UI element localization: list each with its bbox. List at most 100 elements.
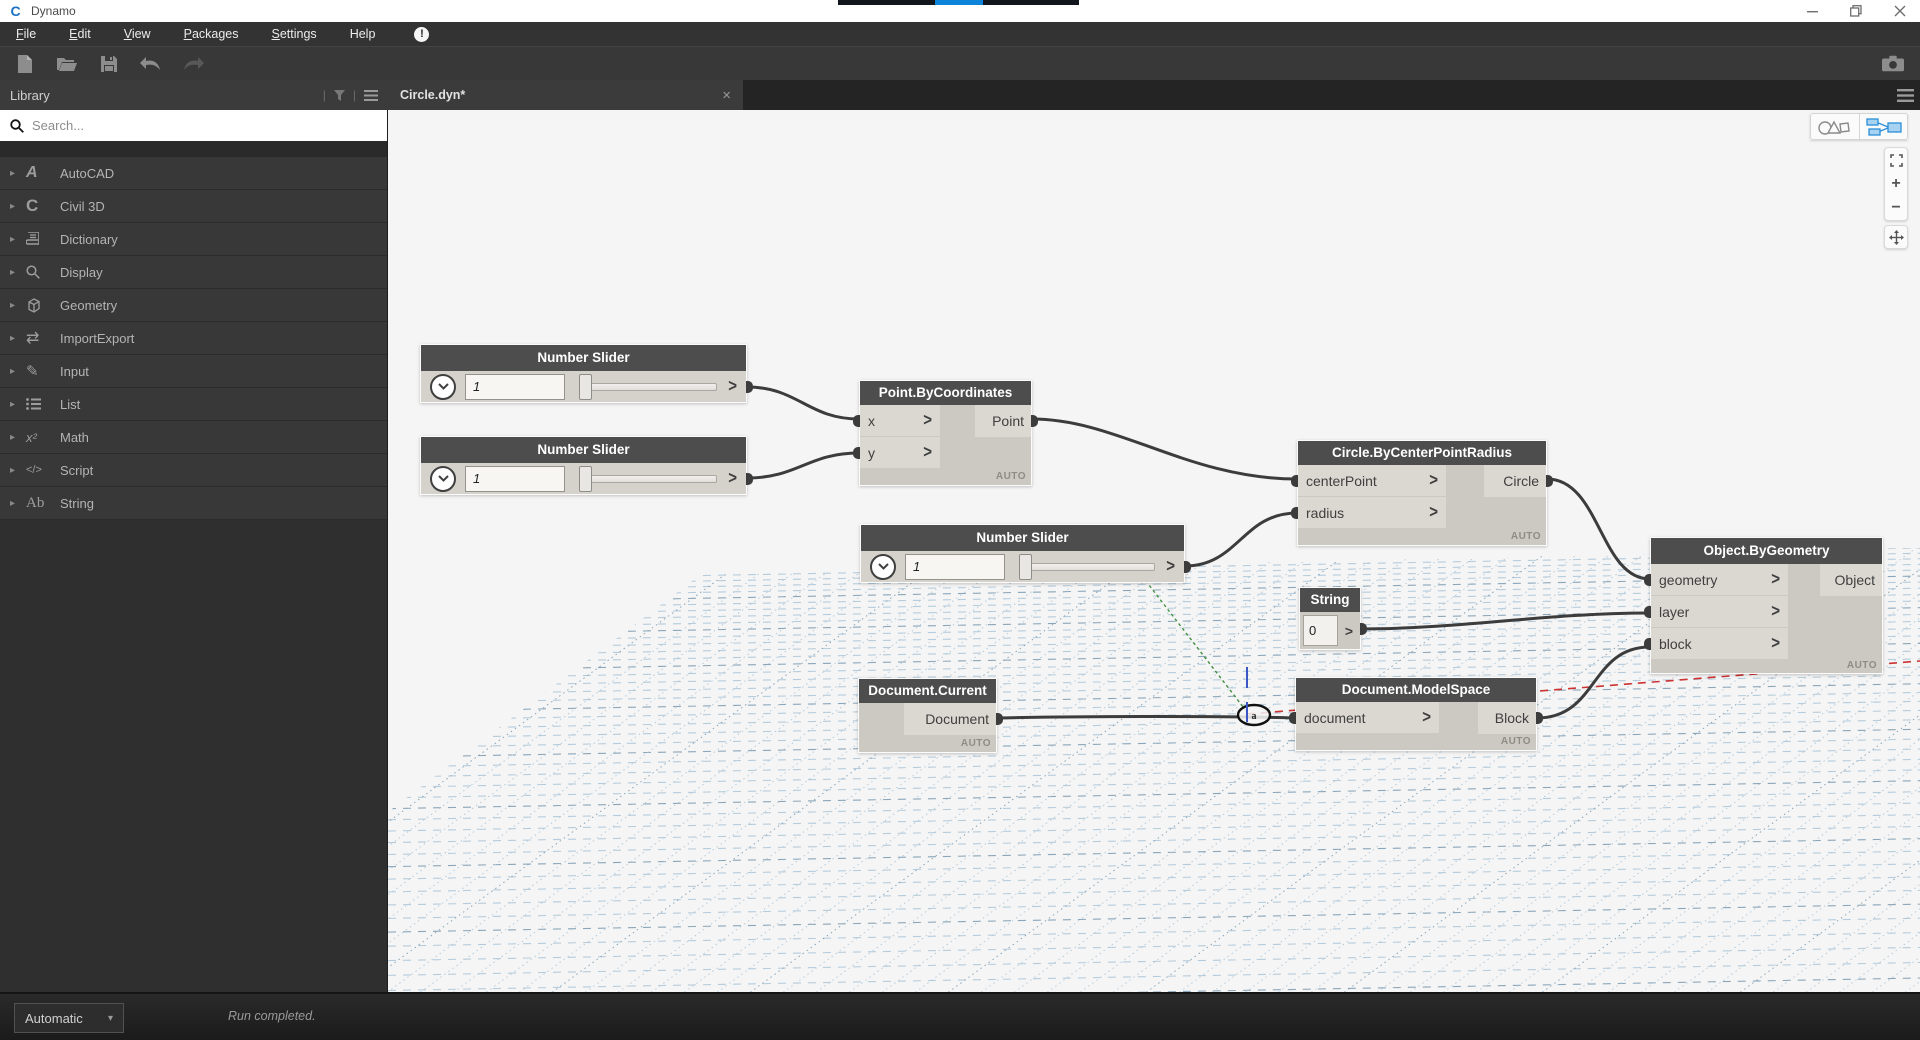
geometry-view-toggle[interactable]: [1810, 113, 1859, 140]
input-port-y[interactable]: y>: [860, 437, 940, 469]
sidebar-item-script[interactable]: ▸ </> Script: [0, 454, 387, 487]
filter-icon[interactable]: [334, 90, 345, 101]
lacing-label[interactable]: AUTO: [1298, 529, 1546, 545]
sidebar-item-input[interactable]: ▸ ✎ Input: [0, 355, 387, 388]
run-mode-select[interactable]: Automatic ▾: [14, 1003, 124, 1033]
node-number-slider-1[interactable]: Number Slider >: [420, 344, 747, 403]
output-port-object[interactable]: Object: [1820, 564, 1882, 596]
output-port[interactable]: >: [728, 377, 737, 397]
expander-icon[interactable]: ▸: [10, 366, 26, 377]
close-button[interactable]: [1890, 2, 1910, 20]
node-number-slider-2[interactable]: Number Slider >: [420, 436, 747, 495]
string-value-input[interactable]: 0: [1303, 615, 1338, 646]
tab-close-icon[interactable]: ×: [722, 87, 731, 104]
export-screenshot-camera-icon[interactable]: [1882, 53, 1904, 75]
save-button[interactable]: [98, 53, 120, 75]
output-port-point[interactable]: Point: [975, 405, 1031, 437]
tab-circle-dyn[interactable]: Circle.dyn* ×: [388, 80, 743, 110]
graph-canvas[interactable]: a Number Slider > Number Slider > Number…: [388, 110, 1920, 992]
expander-icon[interactable]: ▸: [10, 234, 26, 245]
node-title[interactable]: Number Slider: [861, 525, 1184, 551]
output-port-circle[interactable]: Circle: [1484, 465, 1546, 497]
slider-track[interactable]: [579, 466, 717, 492]
node-document-modelspace[interactable]: Document.ModelSpace document> Block AUTO: [1295, 677, 1537, 751]
node-document-current[interactable]: Document.Current Document AUTO: [858, 678, 997, 753]
slider-expand-chevron-icon[interactable]: [430, 374, 456, 400]
expander-icon[interactable]: ▸: [10, 465, 26, 476]
node-title[interactable]: Point.ByCoordinates: [860, 381, 1031, 405]
sidebar-item-math[interactable]: ▸ x² Math: [0, 421, 387, 454]
slider-track[interactable]: [579, 374, 717, 400]
open-file-button[interactable]: [56, 53, 78, 75]
restore-button[interactable]: [1846, 2, 1866, 20]
sidebar-item-display[interactable]: ▸ Display: [0, 256, 387, 289]
library-menu-icon[interactable]: [364, 90, 378, 101]
zoom-in-button[interactable]: +: [1884, 172, 1908, 196]
input-port-radius[interactable]: radius>: [1298, 497, 1446, 529]
menu-file[interactable]: File: [16, 23, 36, 45]
menu-packages[interactable]: Packages: [184, 23, 239, 45]
slider-expand-chevron-icon[interactable]: [870, 554, 896, 580]
sidebar-item-list[interactable]: ▸ List: [0, 388, 387, 421]
lacing-label[interactable]: AUTO: [1651, 660, 1882, 673]
node-title[interactable]: String: [1300, 588, 1360, 612]
lacing-label[interactable]: AUTO: [859, 736, 996, 752]
notification-alert-icon[interactable]: !: [414, 27, 429, 42]
input-port-x[interactable]: x>: [860, 405, 940, 437]
slider-track[interactable]: [1019, 554, 1155, 580]
menu-help[interactable]: Help: [350, 23, 376, 45]
expander-icon[interactable]: ▸: [10, 201, 26, 212]
slider-handle[interactable]: [579, 374, 592, 400]
expander-icon[interactable]: ▸: [10, 267, 26, 278]
input-port-layer[interactable]: layer>: [1651, 596, 1788, 628]
expander-icon[interactable]: ▸: [10, 432, 26, 443]
zoom-out-button[interactable]: −: [1884, 196, 1908, 220]
slider-value-input[interactable]: [465, 374, 565, 400]
input-port-document[interactable]: document>: [1296, 702, 1439, 734]
node-object-bygeometry[interactable]: Object.ByGeometry geometry> layer> block…: [1650, 537, 1883, 674]
slider-value-input[interactable]: [905, 554, 1005, 580]
redo-button[interactable]: [182, 53, 204, 75]
output-port[interactable]: >: [728, 469, 737, 489]
slider-handle[interactable]: [579, 466, 592, 492]
sidebar-item-geometry[interactable]: ▸ Geometry: [0, 289, 387, 322]
expander-icon[interactable]: ▸: [10, 300, 26, 311]
sidebar-item-dictionary[interactable]: ▸ Dictionary: [0, 223, 387, 256]
sidebar-item-civil3d[interactable]: ▸ C Civil 3D: [0, 190, 387, 223]
sidebar-item-importexport[interactable]: ▸ ⇄ ImportExport: [0, 322, 387, 355]
expander-icon[interactable]: ▸: [10, 333, 26, 344]
expander-icon[interactable]: ▸: [10, 498, 26, 509]
menu-edit[interactable]: Edit: [69, 23, 91, 45]
node-string[interactable]: String 0 >: [1299, 587, 1361, 650]
output-port[interactable]: >: [1338, 612, 1360, 649]
input-port-block[interactable]: block>: [1651, 628, 1788, 660]
node-point-bycoordinates[interactable]: Point.ByCoordinates x> y> Point AUTO: [859, 380, 1032, 486]
node-title[interactable]: Document.Current: [859, 679, 996, 703]
undo-button[interactable]: [140, 53, 162, 75]
slider-value-input[interactable]: [465, 466, 565, 492]
search-input[interactable]: [32, 118, 377, 133]
minimize-button[interactable]: [1802, 2, 1822, 20]
lacing-label[interactable]: AUTO: [1296, 734, 1536, 750]
node-title[interactable]: Number Slider: [421, 345, 746, 371]
lacing-label[interactable]: AUTO: [860, 469, 1031, 485]
output-port-block[interactable]: Block: [1478, 702, 1536, 734]
slider-expand-chevron-icon[interactable]: [430, 466, 456, 492]
menu-view[interactable]: View: [124, 23, 151, 45]
menu-settings[interactable]: Settings: [272, 23, 317, 45]
output-port[interactable]: >: [1166, 557, 1175, 577]
node-title[interactable]: Document.ModelSpace: [1296, 678, 1536, 702]
pan-button[interactable]: [1884, 225, 1908, 249]
workspace-menu-icon[interactable]: [1897, 80, 1920, 110]
sidebar-item-autocad[interactable]: ▸ A AutoCAD: [0, 157, 387, 190]
input-port-geometry[interactable]: geometry>: [1651, 564, 1788, 596]
node-title[interactable]: Number Slider: [421, 437, 746, 463]
expander-icon[interactable]: ▸: [10, 168, 26, 179]
expander-icon[interactable]: ▸: [10, 399, 26, 410]
fit-to-screen-button[interactable]: [1884, 148, 1908, 172]
graph-view-toggle[interactable]: [1859, 113, 1908, 140]
node-title[interactable]: Circle.ByCenterPointRadius: [1298, 441, 1546, 465]
input-port-centerpoint[interactable]: centerPoint>: [1298, 465, 1446, 497]
slider-handle[interactable]: [1019, 554, 1032, 580]
node-number-slider-3[interactable]: Number Slider >: [860, 524, 1185, 583]
